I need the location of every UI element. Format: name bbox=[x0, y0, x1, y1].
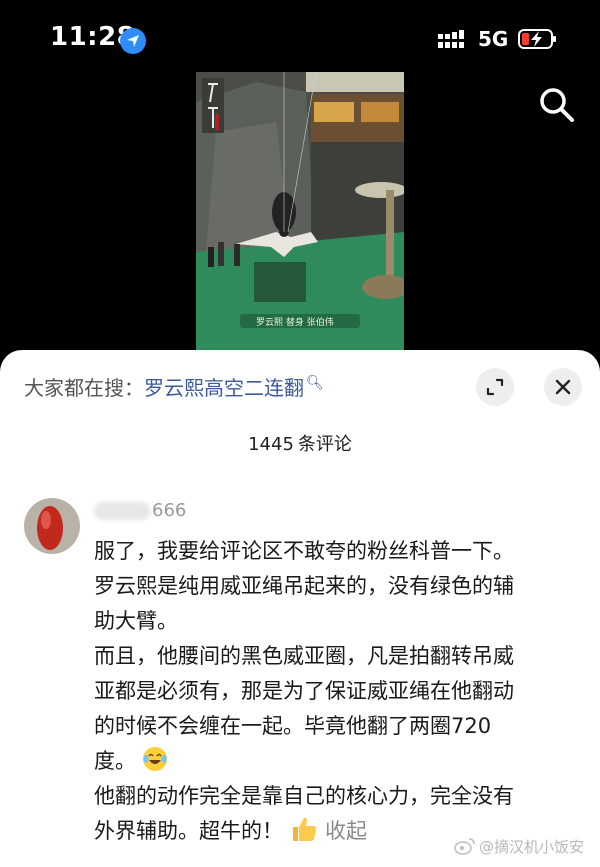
video-thumbnail[interactable]: 罗云熙 替身 张伯伟 bbox=[196, 72, 404, 350]
battery-charging-icon bbox=[518, 29, 556, 49]
trending-search-row[interactable]: 大家都在搜：罗云熙高空二连翻 🔍︎ bbox=[24, 372, 324, 401]
network-type-label: 5G bbox=[478, 27, 509, 51]
avatar[interactable] bbox=[24, 498, 80, 554]
trending-search-term[interactable]: 罗云熙高空二连翻 bbox=[144, 376, 304, 400]
comment-sheet: 大家都在搜：罗云熙高空二连翻 🔍︎ 1445 条评论 666 服了，我要给评论区不敢… bbox=[0, 350, 600, 867]
expand-button[interactable] bbox=[476, 368, 514, 406]
comment-count-label: 条评论 bbox=[297, 434, 352, 455]
search-small-icon: 🔍︎ bbox=[306, 375, 324, 392]
comment-line-text: 度。 bbox=[94, 749, 136, 773]
weibo-watermark: @摘汉机小饭安 bbox=[454, 836, 584, 857]
comment-line: 亚都是必须有，那是为了保证威亚绳在他翻动 bbox=[94, 679, 514, 703]
weibo-logo-icon bbox=[454, 838, 475, 855]
search-icon[interactable] bbox=[538, 86, 576, 124]
watermark-text: @摘汉机小饭安 bbox=[479, 838, 585, 856]
thumbs-up-icon bbox=[293, 817, 317, 841]
comment-line: 而且，他腰间的黑色威亚圈，凡是拍翻转吊威 bbox=[94, 644, 514, 668]
comment-count-number: 1445 bbox=[248, 434, 294, 455]
comment-line: 服了，我要给评论区不敢夸的粉丝科普一下。 bbox=[94, 539, 514, 563]
collapse-button[interactable]: 收起 bbox=[325, 819, 367, 843]
expand-icon bbox=[486, 378, 504, 396]
comment-username[interactable]: 666 bbox=[94, 500, 186, 521]
video-scene-image bbox=[196, 72, 404, 350]
comment-body: 服了，我要给评论区不敢夸的粉丝科普一下。 罗云熙是纯用威亚绳吊起来的，没有绿色的… bbox=[94, 534, 574, 849]
close-icon bbox=[555, 379, 571, 395]
laugh-tears-emoji-icon bbox=[143, 747, 167, 771]
status-bar: 11:28 5G bbox=[0, 0, 600, 70]
username-blurred-part bbox=[94, 502, 150, 520]
comment-line: 他翻的动作完全是靠自己的核心力，完全没有 bbox=[94, 784, 514, 808]
comment-username-text: 666 bbox=[152, 500, 187, 521]
comment-line-with-emoji: 度。 bbox=[94, 744, 574, 779]
comment-count-header: 1445 条评论 bbox=[0, 430, 600, 456]
avatar-image bbox=[24, 498, 80, 554]
location-arrow-icon bbox=[120, 28, 146, 54]
comment-line: 助大臂。 bbox=[94, 609, 178, 633]
comment-line-text: 外界辅助。超牛的！ bbox=[94, 819, 283, 843]
comment-line: 罗云熙是纯用威亚绳吊起来的，没有绿色的辅 bbox=[94, 574, 514, 598]
video-subtitle-label: 罗云熙 替身 张伯伟 bbox=[256, 318, 334, 328]
close-button[interactable] bbox=[544, 368, 582, 406]
cellular-signal-icon bbox=[438, 30, 464, 48]
comment-line: 的时候不会缠在一起。毕竟他翻了两圈720 bbox=[94, 714, 492, 738]
trending-search-prefix: 大家都在搜： bbox=[24, 376, 144, 400]
